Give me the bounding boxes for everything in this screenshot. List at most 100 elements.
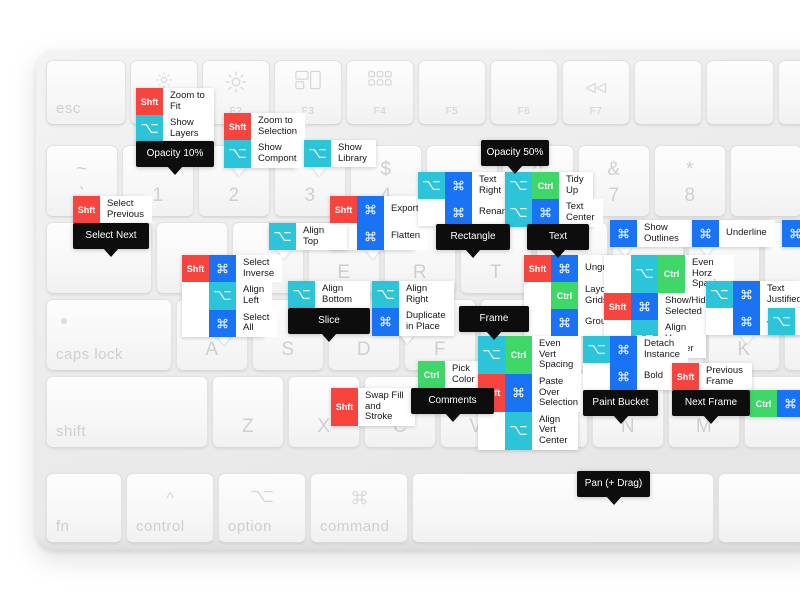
tooltip-slice[interactable]: Slice — [288, 308, 370, 342]
tooltip-use-mask[interactable]: Ctrl Use Mask — [750, 390, 800, 418]
key-f8[interactable] — [634, 60, 702, 125]
tooltip-select-all[interactable]: Select All — [209, 309, 278, 337]
shift-badge: Shft — [331, 388, 358, 426]
key-command-left[interactable]: command — [310, 473, 408, 543]
tooltip-paint-bucket[interactable]: Paint Bucket — [583, 390, 658, 424]
tooltip-tidy-up[interactable]: Ctrl Tidy Up — [505, 172, 593, 200]
tooltip-group-text-right[interactable]: Text Right Rename — [418, 172, 523, 227]
key-option[interactable]: option — [218, 473, 306, 543]
option-badge — [304, 140, 331, 168]
tooltip-group-key1[interactable]: Shft Zoom to Fit Show Layers — [136, 88, 214, 143]
key-z[interactable]: Z — [212, 376, 284, 448]
tooltip-group-key2[interactable]: Shft Zoom to Selection Show Compont — [224, 113, 306, 168]
tooltip-align-vert-center[interactable]: Align Vert Center — [505, 411, 578, 450]
tooltip-label: Duplicate in Place — [399, 308, 454, 336]
tooltip-underline[interactable]: Underline — [692, 220, 775, 247]
tooltip-duplicate-in-place[interactable]: Duplicate in Place — [372, 308, 454, 336]
key-shift-label: shift — [56, 423, 87, 440]
tooltip-group-swap-fill[interactable]: Shft Swap Fill and Stroke — [331, 388, 415, 426]
tooltip-previous-frame[interactable]: Shft Previous Frame — [672, 363, 752, 391]
tooltip-detach-instance[interactable]: Detach Instance — [583, 336, 688, 364]
tooltip-select-inverse[interactable]: Shft Select Inverse — [182, 255, 283, 283]
tooltip-group-underline[interactable]: Underline — [692, 220, 775, 247]
tooltip-align-top[interactable]: Align Top — [269, 223, 347, 251]
key-8[interactable]: * 8 — [654, 145, 726, 217]
tooltip-clipped[interactable] — [782, 220, 800, 247]
tooltip-flatten[interactable]: Flatten — [357, 223, 429, 250]
tooltip-show-component[interactable]: Show Compont — [224, 140, 305, 168]
tooltip-align-right[interactable]: Align Right — [372, 281, 454, 309]
tooltip-bold[interactable]: Bold — [610, 363, 675, 391]
tooltip-show-hide-selected[interactable]: Shft Show/Hide Selected — [604, 292, 719, 321]
caps-lock-indicator — [61, 318, 67, 324]
tooltip-text-center[interactable]: Text Center — [505, 199, 603, 227]
tooltip-group-select-inverse[interactable]: Shft Select Inverse Align Left Select Al… — [182, 255, 283, 337]
key-caps-lock[interactable]: caps lock — [46, 299, 172, 371]
command-badge — [692, 220, 719, 247]
tooltip-align-bottom[interactable]: Align Bottom — [288, 281, 370, 309]
tooltip-comments[interactable]: Comments — [411, 388, 494, 422]
key-f10[interactable] — [778, 60, 800, 125]
key-f6[interactable]: F6 — [490, 60, 558, 125]
tooltip-opacity-10[interactable]: Opacity 10% — [136, 141, 214, 175]
tooltip-select-next[interactable]: Select Next — [73, 223, 149, 257]
tooltip-zoom-to-selection[interactable]: Shft Zoom to Selection — [224, 113, 306, 141]
tooltip-group-use-mask[interactable]: Ctrl Use Mask — [750, 390, 800, 418]
tooltip-show-library[interactable]: Show Library — [304, 140, 376, 168]
command-badge — [782, 220, 800, 247]
tooltip-group-previous-frame[interactable]: Shft Previous Frame — [672, 363, 752, 391]
tooltip-label: Select All — [236, 309, 278, 337]
tooltip-select-previous[interactable]: Shft Select Previous — [73, 196, 152, 224]
key-control[interactable]: control ^ — [126, 473, 214, 543]
tooltip-export[interactable]: Shft Export — [330, 196, 427, 223]
key-f4[interactable]: F4 — [346, 60, 414, 125]
tooltip-frame[interactable]: Frame — [459, 306, 529, 340]
tooltip-show-layers[interactable]: Show Layers — [136, 115, 214, 143]
tooltip-opacity-50[interactable]: Opacity 50% — [481, 140, 549, 174]
key-esc[interactable]: esc — [46, 60, 126, 125]
key-f7[interactable]: F7 — [562, 60, 630, 125]
tooltip-ungroup[interactable]: Shft Ungroup — [524, 255, 630, 282]
tooltip-layout-grids[interactable]: Ctrl Layout Grids — [551, 282, 622, 310]
tooltip-group-key3[interactable]: Show Library — [304, 140, 376, 168]
tooltip-text-right[interactable]: Text Right — [418, 172, 510, 200]
tooltip-zoom-to-fit[interactable]: Shft Zoom to Fit — [136, 88, 214, 116]
tooltip-text-justified[interactable]: Text Justified — [706, 281, 800, 309]
key-f5-label: F5 — [445, 106, 459, 117]
key-fn[interactable]: fn — [46, 473, 122, 543]
key-f9[interactable] — [706, 60, 774, 125]
key-esc-label: esc — [56, 100, 81, 117]
key-f5[interactable]: F5 — [418, 60, 486, 125]
key-space[interactable] — [412, 473, 714, 543]
tooltip-group-tidy[interactable]: Ctrl Tidy Up Text Center — [505, 172, 603, 227]
tooltip-label: Opacity 10% — [146, 148, 204, 159]
option-badge — [583, 336, 610, 364]
key-8-sub: * — [686, 159, 694, 180]
key-9[interactable] — [730, 145, 800, 217]
tooltip-group-clipped-k[interactable] — [768, 308, 800, 335]
tooltip-align-left[interactable]: Align Left — [209, 282, 273, 310]
tooltip-group-align-top[interactable]: Align Top — [269, 223, 347, 251]
tooltip-group[interactable]: Group — [551, 309, 620, 337]
tooltip-group-show-outlines[interactable]: Show Outlines — [610, 220, 694, 248]
tooltip-group-clipped-right[interactable] — [782, 220, 800, 247]
tooltip-swap-fill-stroke[interactable]: Shft Swap Fill and Stroke — [331, 388, 415, 426]
key-shift-left[interactable]: shift — [46, 376, 208, 448]
tooltip-rectangle[interactable]: Rectangle — [436, 224, 510, 258]
tooltip-even-vert-spacing[interactable]: Ctrl Even Vert Spacing — [478, 336, 582, 374]
tooltip-group-align-bottom[interactable]: Align Bottom — [288, 281, 370, 309]
tooltip-group-align-right[interactable]: Align Right Duplicate in Place — [372, 281, 454, 336]
tooltip-show-outlines[interactable]: Show Outlines — [610, 220, 694, 248]
key-tilde-label: ~ — [76, 159, 88, 180]
tooltip-even-horz-spacing[interactable]: Ctrl Even Horz Spacing — [631, 255, 735, 293]
tooltip-text[interactable]: Text — [527, 224, 589, 258]
tooltip-rename[interactable]: Rename — [445, 199, 523, 227]
tooltip-pan-drag[interactable]: Pan (+ Drag) — [577, 471, 650, 505]
tooltip-group-ungroup[interactable]: Shft Ungroup Ctrl Layout Grids Group — [524, 255, 630, 337]
tooltip-clipped-option[interactable] — [768, 308, 800, 335]
key-command-right[interactable] — [718, 473, 800, 543]
tooltip-group-detach[interactable]: Detach Instance Bold — [583, 336, 688, 391]
tooltip-next-frame[interactable]: Next Frame — [672, 390, 750, 424]
tooltip-group-select[interactable]: Shft Select Previous — [73, 196, 152, 224]
rewind-icon — [563, 81, 629, 99]
